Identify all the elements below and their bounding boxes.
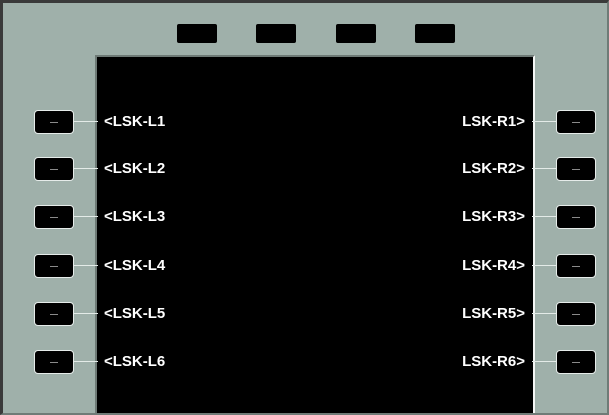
- lsk-left-4-button[interactable]: [34, 254, 74, 278]
- lsk-left-5-leader: [74, 313, 98, 314]
- lsk-left-1-label: <LSK-L1: [104, 113, 166, 130]
- dash-icon: [50, 168, 58, 170]
- lsk-right-2-label: LSK-R2>: [462, 160, 525, 177]
- lsk-left-3-button[interactable]: [34, 205, 74, 229]
- lsk-right-4-label: LSK-R4>: [462, 257, 525, 274]
- lsk-right-5-leader: [532, 313, 556, 314]
- lsk-right-1-leader: [532, 121, 556, 122]
- dash-icon: [572, 168, 580, 170]
- top-key-3[interactable]: [336, 24, 376, 43]
- top-key-1[interactable]: [177, 24, 217, 43]
- lsk-left-5-label: <LSK-L5: [104, 305, 166, 322]
- lsk-right-2-button[interactable]: [556, 157, 596, 181]
- top-key-2[interactable]: [256, 24, 296, 43]
- lsk-right-3-label: LSK-R3>: [462, 208, 525, 225]
- dash-icon: [572, 361, 580, 363]
- lsk-right-6-leader: [532, 361, 556, 362]
- lsk-left-5-button[interactable]: [34, 302, 74, 326]
- dash-icon: [572, 265, 580, 267]
- lsk-right-3-button[interactable]: [556, 205, 596, 229]
- lsk-left-6-label: <LSK-L6: [104, 353, 166, 370]
- lsk-left-1-leader: [74, 121, 98, 122]
- dash-icon: [572, 216, 580, 218]
- dash-icon: [50, 216, 58, 218]
- lsk-right-1-button[interactable]: [556, 110, 596, 134]
- lsk-right-4-leader: [532, 265, 556, 266]
- lsk-left-3-label: <LSK-L3: [104, 208, 166, 225]
- lsk-right-6-button[interactable]: [556, 350, 596, 374]
- lsk-right-1-label: LSK-R1>: [462, 113, 525, 130]
- lsk-right-5-button[interactable]: [556, 302, 596, 326]
- lsk-left-2-leader: [74, 168, 98, 169]
- dash-icon: [50, 121, 58, 123]
- lsk-right-6-label: LSK-R6>: [462, 353, 525, 370]
- lsk-left-3-leader: [74, 216, 98, 217]
- lsk-left-2-button[interactable]: [34, 157, 74, 181]
- lsk-right-5-label: LSK-R5>: [462, 305, 525, 322]
- dash-icon: [50, 361, 58, 363]
- lsk-left-2-label: <LSK-L2: [104, 160, 166, 177]
- lsk-left-4-label: <LSK-L4: [104, 257, 166, 274]
- dash-icon: [572, 121, 580, 123]
- lsk-right-4-button[interactable]: [556, 254, 596, 278]
- lsk-left-1-button[interactable]: [34, 110, 74, 134]
- top-key-4[interactable]: [415, 24, 455, 43]
- dash-icon: [572, 313, 580, 315]
- lsk-right-2-leader: [532, 168, 556, 169]
- mcdu-bezel: <LSK-L1 <LSK-L2 <LSK-L3 <LSK-L4 <LSK-L5 …: [0, 0, 609, 415]
- lsk-left-6-button[interactable]: [34, 350, 74, 374]
- lsk-left-6-leader: [74, 361, 98, 362]
- lsk-left-4-leader: [74, 265, 98, 266]
- lsk-right-3-leader: [532, 216, 556, 217]
- dash-icon: [50, 265, 58, 267]
- dash-icon: [50, 313, 58, 315]
